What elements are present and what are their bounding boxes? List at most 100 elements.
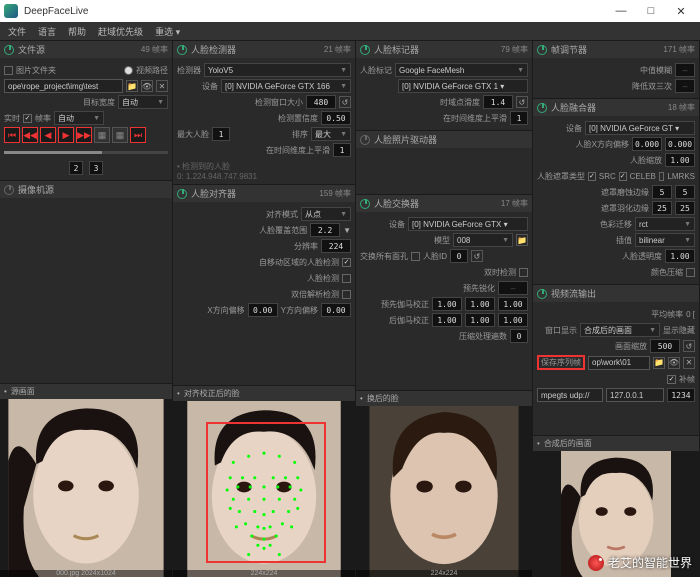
save-sequence-highlight: 保存序列帧 bbox=[537, 355, 585, 370]
source-mode-select[interactable]: 合成后的画面▼ bbox=[580, 323, 660, 337]
menu-reset[interactable]: 重选 ▾ bbox=[155, 25, 180, 38]
temporal-smooth-input[interactable]: 1 bbox=[333, 143, 351, 157]
src-checkbox[interactable]: ✓ bbox=[588, 172, 596, 181]
image-folder-checkbox[interactable] bbox=[4, 66, 13, 75]
seek-last-button[interactable]: ⏭ bbox=[130, 127, 146, 143]
grid-button-2[interactable]: ▦ bbox=[112, 127, 128, 143]
menu-help[interactable]: 帮助 bbox=[68, 25, 86, 38]
faceid-input[interactable]: 0 bbox=[450, 249, 468, 263]
realtime-checkbox[interactable]: ✓ bbox=[23, 114, 32, 123]
marker-device-select[interactable]: [0] NVIDIA GeForce GTX 1 ▾ bbox=[398, 79, 528, 93]
swap-device-select[interactable]: [0] NVIDIA GeForce GTX ▾ bbox=[408, 217, 528, 231]
folder-icon[interactable]: 📁 bbox=[516, 234, 528, 246]
power-icon[interactable] bbox=[177, 45, 187, 55]
app-icon bbox=[4, 4, 18, 18]
face-merger-header: 人脸融合器 18 帧率 bbox=[533, 98, 699, 116]
merge-device-select[interactable]: [0] NVIDIA GeForce GT ▾ bbox=[585, 121, 695, 135]
sort-select[interactable]: 最大▼ bbox=[311, 127, 351, 141]
yoff-input[interactable]: 0.00 bbox=[321, 303, 351, 317]
ct-select[interactable]: rct▼ bbox=[635, 217, 695, 231]
power-icon[interactable] bbox=[4, 185, 14, 195]
menu-file[interactable]: 文件 bbox=[8, 25, 26, 38]
marker-temp-input[interactable]: 1.4 bbox=[483, 95, 513, 109]
proto-input[interactable]: mpegts udp:// bbox=[537, 388, 603, 402]
seq-path-input[interactable]: op\work\01 bbox=[588, 356, 650, 370]
target-width-select[interactable]: 自动▼ bbox=[118, 95, 168, 109]
preview-label-source: 源画面 bbox=[11, 386, 35, 397]
head-checkbox[interactable] bbox=[342, 274, 351, 283]
marker-temp2-input[interactable]: 1 bbox=[510, 111, 528, 125]
marker-select[interactable]: Google FaceMesh▼ bbox=[395, 63, 528, 77]
seq-checkbox[interactable]: ✓ bbox=[667, 375, 676, 384]
preview-label-merged: 合成后的画面 bbox=[544, 438, 592, 449]
seek-first-button[interactable]: ⏮ bbox=[4, 127, 20, 143]
menu-language[interactable]: 语言 bbox=[38, 25, 56, 38]
clear-icon[interactable]: ✕ bbox=[156, 80, 168, 92]
power-icon[interactable] bbox=[177, 189, 187, 199]
menu-priority[interactable]: 赶域优先级 bbox=[98, 25, 143, 38]
twopass-checkbox[interactable] bbox=[519, 268, 528, 277]
power-icon[interactable] bbox=[537, 45, 547, 55]
preview-source: 000.jpg 2024x1024 bbox=[0, 399, 172, 577]
minimize-button[interactable]: — bbox=[606, 0, 636, 22]
reset-icon[interactable]: ↺ bbox=[471, 250, 483, 262]
path-input[interactable]: ope\rope_project\img\test bbox=[4, 79, 123, 93]
grid-button-1[interactable]: ▦ bbox=[94, 127, 110, 143]
power-icon[interactable] bbox=[537, 289, 547, 299]
interp-select[interactable]: bilinear▼ bbox=[635, 233, 695, 247]
clear-icon[interactable]: ✕ bbox=[683, 357, 695, 369]
exclude-checkbox[interactable]: ✓ bbox=[342, 258, 351, 267]
swap-model-select[interactable]: 008▼ bbox=[453, 233, 513, 247]
swapall-checkbox[interactable] bbox=[411, 252, 420, 261]
frame-adjuster-header: 帧调节器 171 帧率 bbox=[533, 40, 699, 58]
power-icon[interactable] bbox=[4, 45, 14, 55]
titlebar: DeepFaceLive — □ ✕ bbox=[0, 0, 700, 22]
folder-icon[interactable]: 📁 bbox=[653, 357, 665, 369]
reset-icon[interactable]: ↺ bbox=[683, 340, 695, 352]
double-checkbox[interactable] bbox=[342, 290, 351, 299]
camera-source-header: 摄像机源 bbox=[0, 180, 172, 198]
lmrks-checkbox[interactable] bbox=[659, 172, 665, 181]
seek-slider[interactable] bbox=[4, 151, 168, 154]
power-icon[interactable] bbox=[360, 135, 370, 145]
file-source-header: 文件源 49 帧率 bbox=[0, 40, 172, 58]
video-path-radio[interactable] bbox=[124, 66, 133, 75]
maximize-button[interactable]: □ bbox=[636, 0, 666, 22]
eye-icon[interactable]: 👁 bbox=[668, 357, 680, 369]
power-icon[interactable] bbox=[537, 103, 547, 113]
weibo-logo-icon bbox=[588, 555, 604, 571]
menubar: 文件 语言 帮助 赶域优先级 重选 ▾ bbox=[0, 22, 700, 40]
celeb-checkbox[interactable]: ✓ bbox=[619, 172, 627, 181]
reset-icon[interactable]: ↺ bbox=[516, 96, 528, 108]
seek-fwd-button[interactable]: ▶▶ bbox=[76, 127, 92, 143]
resolution-input[interactable]: 224 bbox=[321, 239, 351, 253]
maxfaces-input[interactable]: 1 bbox=[212, 127, 230, 141]
face-detector-header: 人脸检测器 21 帧率 bbox=[173, 40, 355, 58]
seek-back-button[interactable]: ◀◀ bbox=[22, 127, 38, 143]
threshold-input[interactable]: 0.50 bbox=[321, 111, 351, 125]
preview-label-aligned: 对齐校正后的脸 bbox=[184, 388, 240, 399]
coverage-input[interactable]: 2.2 bbox=[310, 223, 340, 237]
face-swapper-header: 人脸交换器 17 帧率 bbox=[356, 194, 532, 212]
step-back-button[interactable]: ◀ bbox=[40, 127, 56, 143]
port-input[interactable]: 1234 bbox=[667, 388, 695, 402]
face-aligner-header: 人脸对齐器 159 帧率 bbox=[173, 184, 355, 202]
power-icon[interactable] bbox=[360, 45, 370, 55]
align-mode-select[interactable]: 从点▼ bbox=[301, 207, 351, 221]
fps-select[interactable]: 自动▼ bbox=[54, 111, 104, 125]
play-button[interactable]: ▶ bbox=[58, 127, 74, 143]
xoff-input[interactable]: 0.00 bbox=[248, 303, 278, 317]
watermark: 老艾的智能世界 bbox=[588, 554, 692, 571]
detector-select[interactable]: YoloV5▼ bbox=[204, 63, 351, 77]
folder-icon[interactable]: 📁 bbox=[126, 80, 138, 92]
stream-output-header: 视频流输出 bbox=[533, 284, 699, 302]
reset-icon[interactable]: ↺ bbox=[339, 96, 351, 108]
power-icon[interactable] bbox=[360, 199, 370, 209]
face-animator-header: 人脸照片驱动器 bbox=[356, 130, 532, 148]
detector-device-select[interactable]: [0] NVIDIA GeForce GTX 166▼ bbox=[221, 79, 351, 93]
eye-icon[interactable]: 👁 bbox=[141, 80, 153, 92]
addr-input[interactable]: 127.0.0.1 bbox=[606, 388, 664, 402]
passes-input[interactable]: 0 bbox=[510, 329, 528, 343]
close-button[interactable]: ✕ bbox=[666, 0, 696, 22]
window-size-input[interactable]: 480 bbox=[306, 95, 336, 109]
